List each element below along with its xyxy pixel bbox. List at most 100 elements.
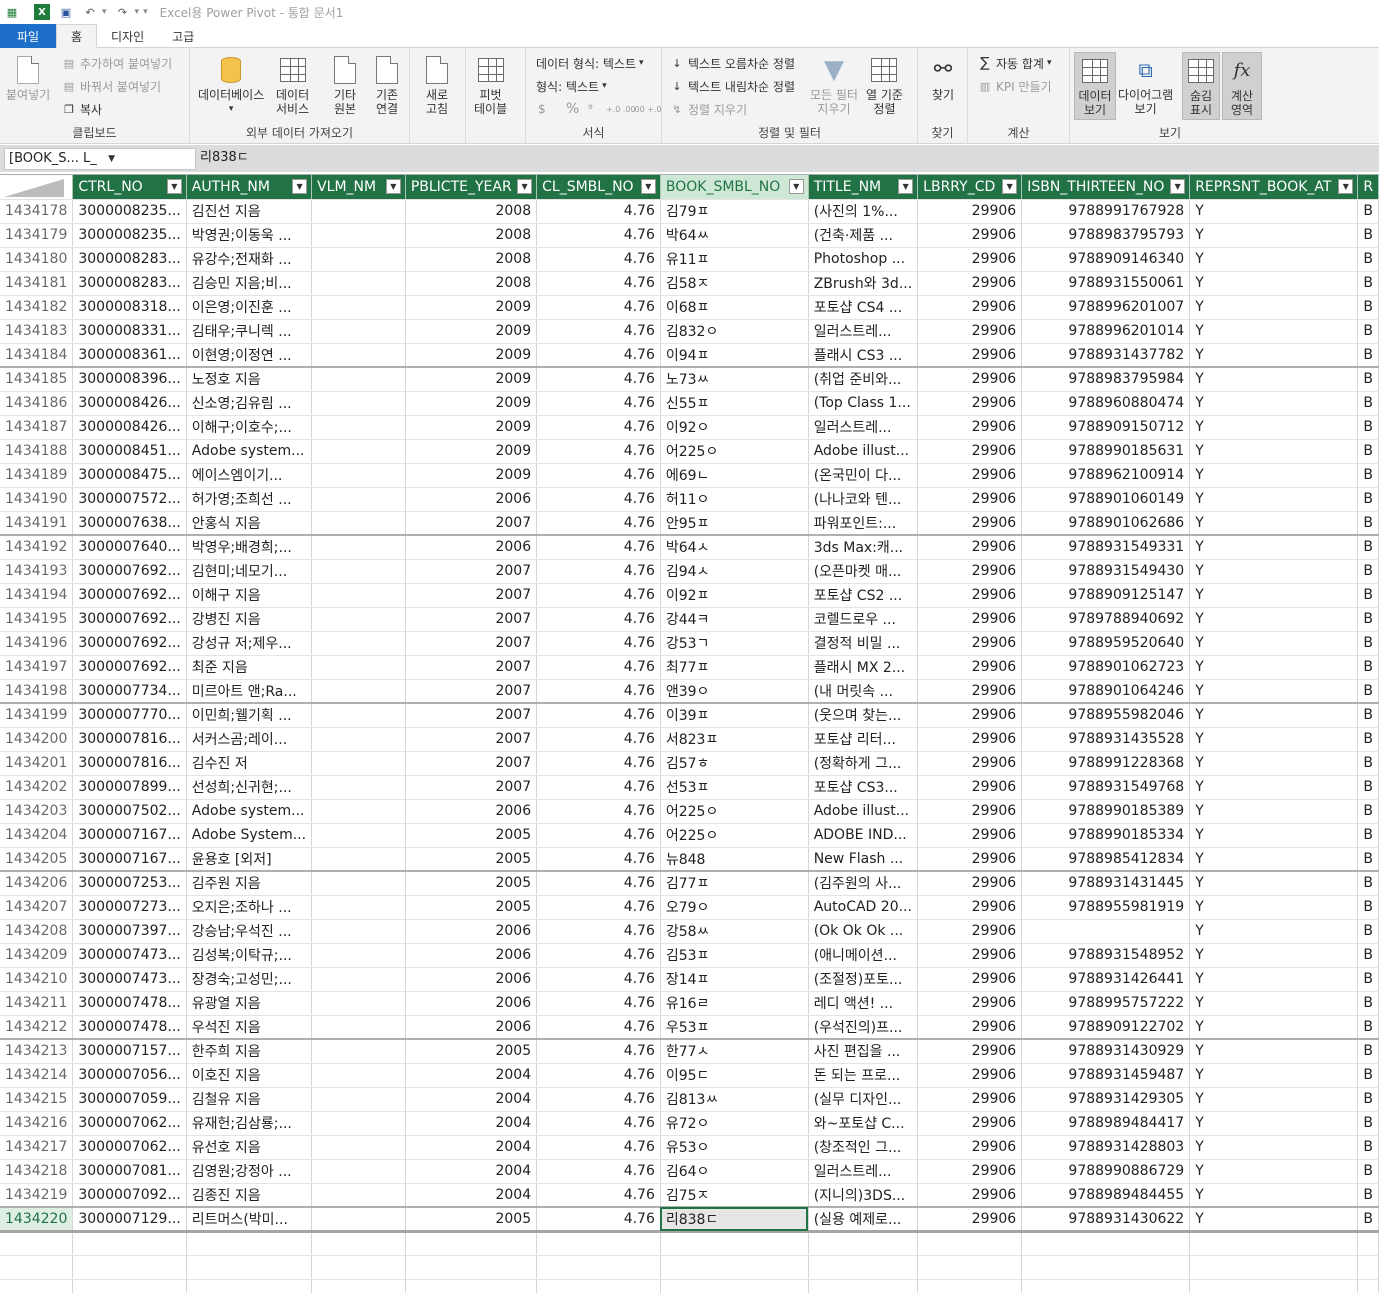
cell-authr-nm[interactable]: 최준 지음: [186, 655, 313, 680]
cell-r[interactable]: B: [1357, 631, 1379, 656]
cell-cl-smbl-no[interactable]: 4.76: [536, 199, 661, 224]
cell-lbrry-cd[interactable]: 29906: [917, 895, 1023, 920]
filter-dropdown-icon[interactable]: ▼: [517, 179, 533, 194]
cell-cl-smbl-no[interactable]: 4.76: [536, 1135, 661, 1160]
row-number[interactable]: 1434204: [0, 823, 74, 848]
cell-authr-nm[interactable]: 오지은;조하나 ...: [186, 895, 313, 920]
cell-vlm-nm[interactable]: [311, 823, 406, 848]
cell-lbrry-cd[interactable]: 29906: [917, 823, 1023, 848]
cell-book-smbl-no[interactable]: 오79ㅇ: [660, 895, 809, 920]
paste-button[interactable]: 붙여넣기: [6, 54, 50, 102]
cell-pblicte-year[interactable]: 2006: [405, 1015, 538, 1040]
cell-reprsnt-book-at[interactable]: Y: [1189, 655, 1359, 680]
cell-cl-smbl-no[interactable]: 4.76: [536, 559, 661, 584]
cell-r[interactable]: B: [1357, 1135, 1379, 1160]
cell-book-smbl-no[interactable]: 이95ㄷ: [660, 1063, 809, 1088]
cell-pblicte-year[interactable]: 2006: [405, 967, 538, 992]
cell-isbn-thirteen-no[interactable]: 9788909125147: [1021, 583, 1191, 608]
cell-vlm-nm[interactable]: [311, 775, 406, 800]
cell-cl-smbl-no[interactable]: 4.76: [536, 655, 661, 680]
row-number[interactable]: 1434178: [0, 199, 74, 224]
row-number[interactable]: 1434210: [0, 967, 74, 992]
cell-title-nm[interactable]: (우석진의)프...: [808, 1015, 919, 1040]
empty-cell[interactable]: [1189, 1231, 1359, 1256]
row-number[interactable]: 1434186: [0, 391, 74, 416]
cell-r[interactable]: B: [1357, 439, 1379, 464]
cell-title-nm[interactable]: ZBrush와 3d...: [808, 271, 919, 296]
cell-ctrl-no[interactable]: 3000007640...: [72, 534, 187, 560]
cell-reprsnt-book-at[interactable]: Y: [1189, 463, 1359, 488]
cell-lbrry-cd[interactable]: 29906: [917, 439, 1023, 464]
cell-book-smbl-no[interactable]: 김64ㅇ: [660, 1159, 809, 1184]
cell-authr-nm[interactable]: 이해구;이호수;...: [186, 415, 313, 440]
cell-vlm-nm[interactable]: [311, 463, 406, 488]
existing-connections-button[interactable]: 기존 연결: [372, 54, 402, 116]
cell-authr-nm[interactable]: 김영원;강정아 ...: [186, 1159, 313, 1184]
row-number[interactable]: 1434206: [0, 870, 74, 896]
cell-isbn-thirteen-no[interactable]: 9788990185334: [1021, 823, 1191, 848]
cell-reprsnt-book-at[interactable]: Y: [1189, 271, 1359, 296]
cell-authr-nm[interactable]: 김주원 지음: [186, 870, 313, 896]
cell-title-nm[interactable]: (지니의)3DS...: [808, 1183, 919, 1208]
cell-authr-nm[interactable]: 신소영;김유림 ...: [186, 391, 313, 416]
cell-authr-nm[interactable]: 에이스엠이기...: [186, 463, 313, 488]
cell-ctrl-no[interactable]: 3000007692...: [72, 607, 187, 632]
empty-cell[interactable]: [660, 1231, 809, 1256]
cell-pblicte-year[interactable]: 2005: [405, 870, 538, 896]
cell-reprsnt-book-at[interactable]: Y: [1189, 679, 1359, 704]
save-icon[interactable]: ▣: [58, 4, 74, 20]
cell-lbrry-cd[interactable]: 29906: [917, 1087, 1023, 1112]
cell-reprsnt-book-at[interactable]: Y: [1189, 247, 1359, 272]
cell-pblicte-year[interactable]: 2008: [405, 247, 538, 272]
cell-lbrry-cd[interactable]: 29906: [917, 607, 1023, 632]
cell-reprsnt-book-at[interactable]: Y: [1189, 511, 1359, 536]
sort-by-column-button[interactable]: 열 기준 정렬: [866, 54, 903, 116]
column-header-vlm-nm[interactable]: VLM_NM ▼: [311, 175, 406, 200]
cell-ctrl-no[interactable]: 3000008361...: [72, 343, 187, 368]
cell-r[interactable]: B: [1357, 271, 1379, 296]
row-number[interactable]: 1434216: [0, 1111, 74, 1136]
row-number[interactable]: 1434189: [0, 463, 74, 488]
cell-ctrl-no[interactable]: 3000007478...: [72, 991, 187, 1016]
cell-ctrl-no[interactable]: 3000007692...: [72, 559, 187, 584]
find-button[interactable]: ⚯ 찾기: [928, 54, 958, 103]
cell-book-smbl-no[interactable]: 이92ㅍ: [660, 583, 809, 608]
cell-vlm-nm[interactable]: [311, 655, 406, 680]
empty-cell[interactable]: [1357, 1255, 1379, 1280]
cell-r[interactable]: B: [1357, 799, 1379, 824]
cell-title-nm[interactable]: (내 머릿속 ...: [808, 679, 919, 704]
row-number[interactable]: 1434185: [0, 366, 74, 392]
filter-dropdown-icon[interactable]: ▼: [640, 179, 656, 194]
cell-book-smbl-no[interactable]: 이68ㅍ: [660, 295, 809, 320]
cell-isbn-thirteen-no[interactable]: 9788909150712: [1021, 415, 1191, 440]
row-number[interactable]: 1434194: [0, 583, 74, 608]
cell-isbn-thirteen-no[interactable]: 9788931549430: [1021, 559, 1191, 584]
row-number[interactable]: 1434184: [0, 343, 74, 368]
cell-pblicte-year[interactable]: 2009: [405, 463, 538, 488]
cell-authr-nm[interactable]: 김승민 지음;비...: [186, 271, 313, 296]
cell-pblicte-year[interactable]: 2005: [405, 823, 538, 848]
cell-isbn-thirteen-no[interactable]: 9788931426441: [1021, 967, 1191, 992]
cell-ctrl-no[interactable]: 3000007059...: [72, 1087, 187, 1112]
cell-lbrry-cd[interactable]: 29906: [917, 967, 1023, 992]
row-number[interactable]: 1434214: [0, 1063, 74, 1088]
cell-book-smbl-no[interactable]: 김813ㅆ: [660, 1087, 809, 1112]
cell-authr-nm[interactable]: 유강수;전재화 ...: [186, 247, 313, 272]
cell-authr-nm[interactable]: 선성희;신귀현;...: [186, 775, 313, 800]
cell-ctrl-no[interactable]: 3000008235...: [72, 199, 187, 224]
cell-lbrry-cd[interactable]: 29906: [917, 1063, 1023, 1088]
cell-ctrl-no[interactable]: 3000008318...: [72, 295, 187, 320]
cell-cl-smbl-no[interactable]: 4.76: [536, 847, 661, 872]
cell-reprsnt-book-at[interactable]: Y: [1189, 775, 1359, 800]
empty-cell[interactable]: [186, 1255, 313, 1280]
cell-pblicte-year[interactable]: 2006: [405, 799, 538, 824]
empty-cell[interactable]: [186, 1279, 313, 1293]
cell-ctrl-no[interactable]: 3000007816...: [72, 751, 187, 776]
cell-ctrl-no[interactable]: 3000007473...: [72, 967, 187, 992]
cell-book-smbl-no[interactable]: 한77ㅅ: [660, 1038, 809, 1064]
pivot-table-button[interactable]: 피벗 테이블: [474, 54, 507, 116]
cell-title-nm[interactable]: 플래시 MX 2...: [808, 655, 919, 680]
cell-reprsnt-book-at[interactable]: Y: [1189, 223, 1359, 248]
cell-lbrry-cd[interactable]: 29906: [917, 943, 1023, 968]
cell-pblicte-year[interactable]: 2005: [405, 847, 538, 872]
